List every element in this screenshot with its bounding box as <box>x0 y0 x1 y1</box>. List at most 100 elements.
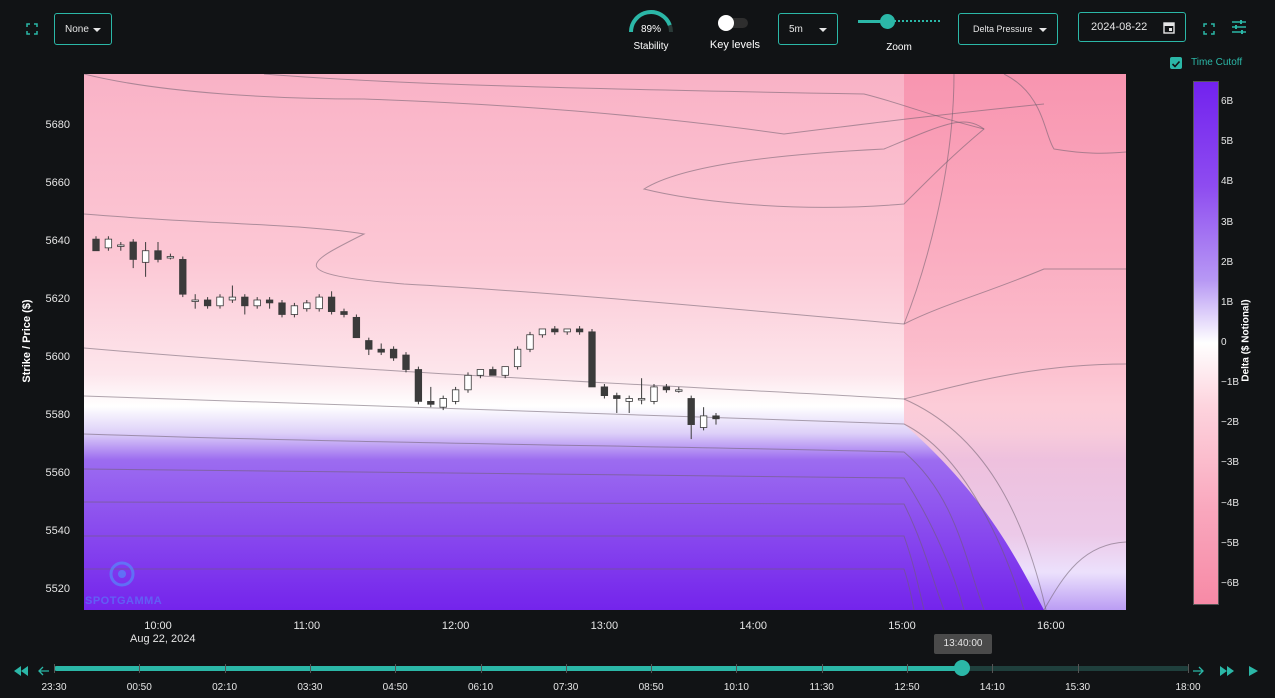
timeline-tick-label: 14:10 <box>979 682 1005 693</box>
date-value: 2024-08-22 <box>1091 21 1148 33</box>
candle <box>588 328 596 388</box>
candle <box>414 366 423 405</box>
x-tick-label: 14:00 <box>739 620 767 632</box>
timeline-tick-mark <box>139 664 141 673</box>
y-tick-label: 5660 <box>45 177 70 190</box>
timeline-tick-label: 00:50 <box>126 682 152 693</box>
metric-select[interactable]: Delta Pressure <box>958 13 1058 45</box>
x-tick-label: 13:00 <box>590 620 619 632</box>
calendar-icon[interactable] <box>1163 21 1175 37</box>
candle <box>179 256 187 298</box>
overlay-select[interactable]: None <box>54 13 112 45</box>
chevron-down-icon <box>93 28 101 32</box>
timeline-tick-label: 07:30 <box>553 682 579 693</box>
x-tick-label: 10:00 <box>144 620 172 632</box>
colorbar-tick-label: −1B <box>1221 377 1240 389</box>
colorbar-tick-label: 0 <box>1221 337 1227 348</box>
timeline-handle[interactable] <box>954 660 970 676</box>
timeline-tick-mark <box>1077 664 1079 673</box>
colorbar-tick-label: −6B <box>1221 577 1240 589</box>
arrow-left-icon[interactable] <box>38 663 50 681</box>
play-icon[interactable] <box>1249 663 1258 681</box>
y-tick-label: 5580 <box>45 408 70 421</box>
colorbar-tick-label: 4B <box>1221 176 1234 188</box>
time-cutoff-label: Time Cutoff <box>1191 57 1243 68</box>
candle <box>352 314 361 339</box>
fast-forward-icon[interactable] <box>1220 663 1234 681</box>
interval-select[interactable]: 5m <box>778 13 838 45</box>
metric-select-value: Delta Pressure <box>973 24 1033 34</box>
y-tick-label: 5520 <box>45 582 70 595</box>
x-date-label: Aug 22, 2024 <box>130 633 196 645</box>
timeline-tick-label: 03:30 <box>297 682 323 693</box>
y-tick-label: 5540 <box>45 524 70 537</box>
timeline-tick-label: 15:30 <box>1065 682 1091 693</box>
toggle-knob-icon <box>718 15 734 31</box>
key-levels-toggle[interactable] <box>718 15 748 31</box>
colorbar-tick-label: 3B <box>1221 216 1234 228</box>
watermark-text: SPOTGAMMA <box>85 595 163 607</box>
candle <box>278 299 286 318</box>
y-axis-label: Strike / Price ($) <box>21 299 33 383</box>
colorbar-tick-label: 6B <box>1221 96 1234 108</box>
time-cutoff-checkbox[interactable] <box>1170 57 1182 69</box>
timeline-progress <box>54 666 962 671</box>
candle <box>650 384 658 405</box>
overlay-select-value: None <box>65 23 89 35</box>
timeline-tick-mark <box>736 664 738 673</box>
expand-right-icon[interactable] <box>1203 22 1215 35</box>
y-tick-label: 5600 <box>45 350 70 363</box>
zoom-slider-handle[interactable] <box>880 14 895 29</box>
timeline-tick-mark <box>395 664 397 673</box>
timeline-tick-mark <box>224 664 226 673</box>
timeline-tick-mark <box>309 664 311 673</box>
key-levels-label: Key levels <box>709 39 761 51</box>
candle <box>464 372 472 393</box>
candle <box>402 352 410 373</box>
colorbar-tick-label: −5B <box>1221 537 1240 549</box>
timeline-tick-mark <box>1188 664 1189 673</box>
timeline-tick-label: 04:50 <box>382 682 408 693</box>
heatmap-chart <box>84 74 1126 610</box>
colorbar-tick-label: 2B <box>1221 256 1234 268</box>
rewind-icon[interactable] <box>14 663 28 681</box>
current-time-badge: 13:40:00 <box>934 634 992 654</box>
timeline-tick-label: 06:10 <box>467 682 494 693</box>
y-tick-label: 5640 <box>45 235 70 248</box>
colorbar-tick-label: 5B <box>1221 136 1234 148</box>
timeline-tick-label: 08:50 <box>638 682 664 693</box>
y-tick-label: 5620 <box>45 292 70 305</box>
colorbar-label: Delta ($ Notional) <box>1240 299 1252 382</box>
zoom-label: Zoom <box>886 42 912 53</box>
date-picker[interactable]: 2024-08-22 <box>1078 12 1186 42</box>
colorbar-tick-label: −2B <box>1221 417 1240 429</box>
chevron-down-icon <box>819 28 827 32</box>
x-tick-label: 11:00 <box>293 620 321 632</box>
settings-sliders-icon[interactable] <box>1231 20 1247 34</box>
candle <box>451 386 460 405</box>
timeline-tick-label: 02:10 <box>212 682 238 693</box>
colorbar-tick-label: −3B <box>1221 457 1240 469</box>
timeline-tick-label: 18:00 <box>1175 682 1201 693</box>
candle <box>315 294 323 312</box>
y-tick-label: 5680 <box>45 119 70 132</box>
timeline-tick-mark <box>565 664 567 673</box>
timeline-tick-mark <box>480 664 482 673</box>
stability-label: Stability <box>633 41 669 52</box>
chevron-down-icon <box>1039 28 1047 32</box>
candle <box>513 346 522 370</box>
zoom-slider[interactable] <box>858 14 940 30</box>
x-tick-label: 12:00 <box>441 620 470 632</box>
arrow-right-icon[interactable] <box>1192 663 1204 681</box>
candle <box>526 331 534 353</box>
expand-left-icon[interactable] <box>26 22 38 35</box>
y-tick-label: 5560 <box>45 466 70 479</box>
timeline-tick-label: 12:50 <box>894 682 920 693</box>
timeline-tick-mark <box>821 664 823 673</box>
timeline-tick-mark <box>907 664 908 673</box>
colorbar-tick-label: −4B <box>1221 497 1240 509</box>
x-tick-label: 16:00 <box>1037 620 1065 632</box>
colorbar <box>1193 81 1219 605</box>
timeline-tick-label: 23:30 <box>41 682 67 693</box>
interval-select-value: 5m <box>789 23 803 35</box>
